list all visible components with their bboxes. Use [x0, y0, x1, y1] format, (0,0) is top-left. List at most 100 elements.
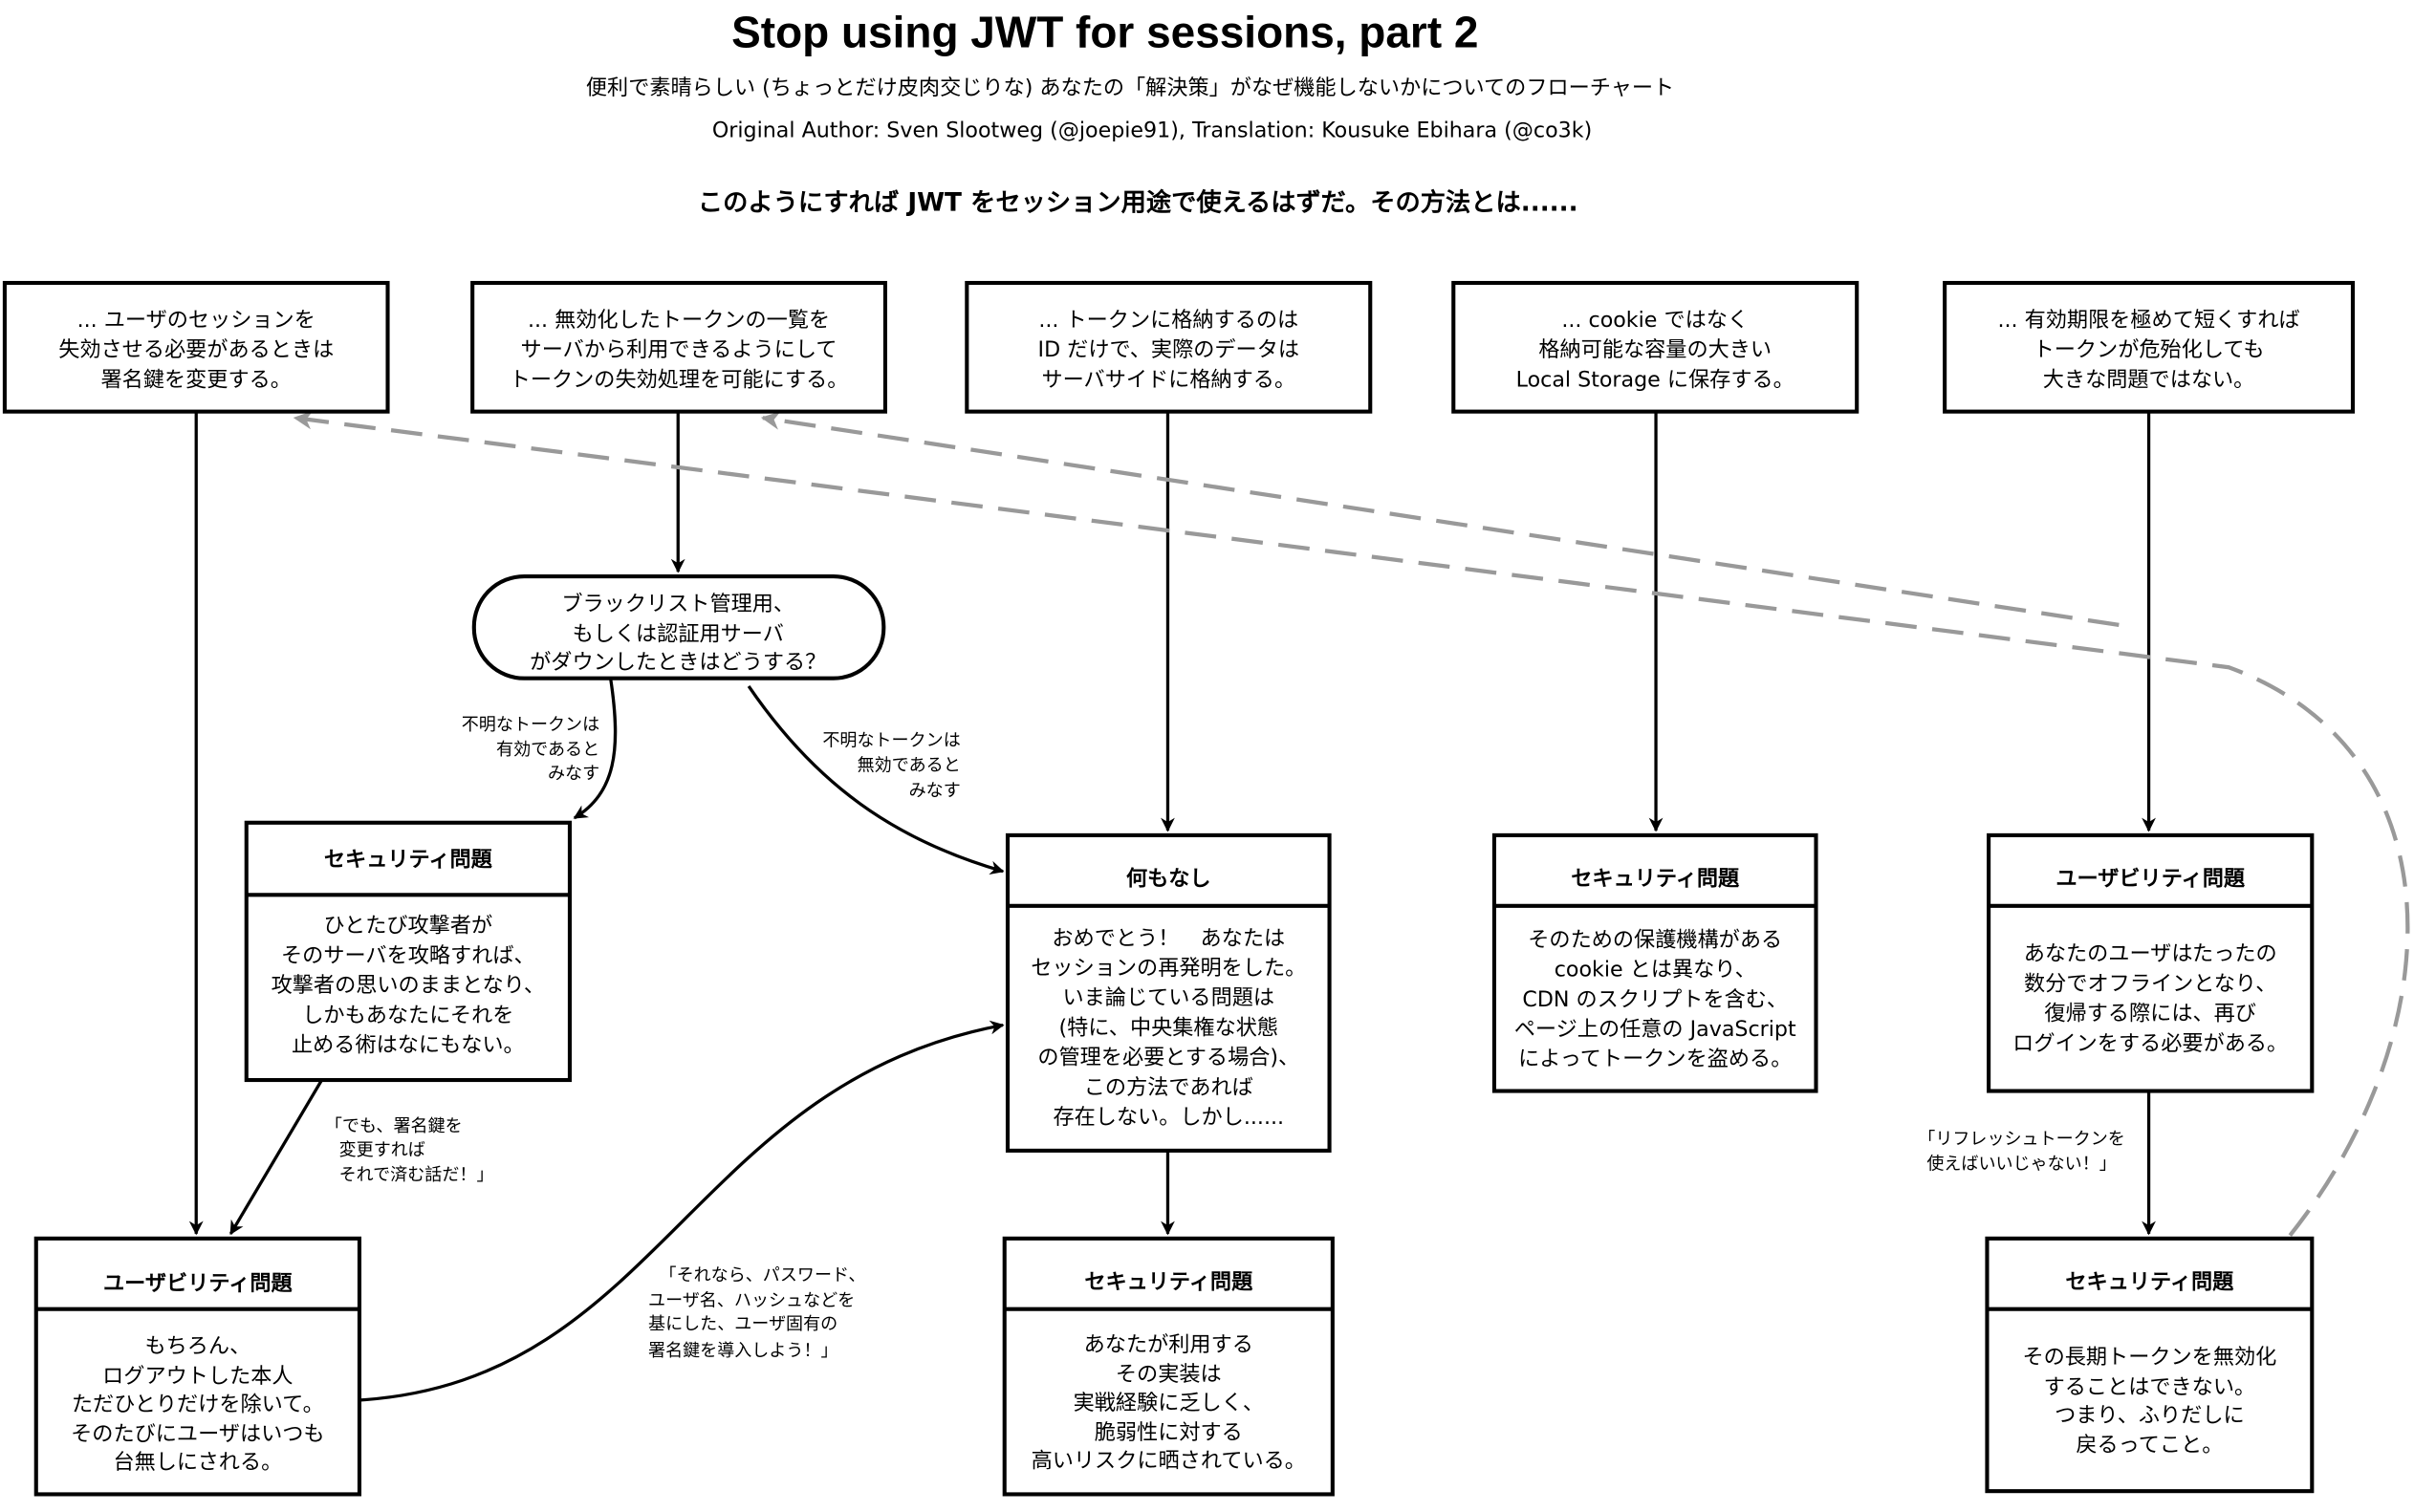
solution-box-short-expiry[interactable]: ... 有効期限を極めて短くすればトークンが危殆化しても大きな問題ではない。: [1943, 280, 2356, 414]
edge-label-text: 署名鍵を導入しよう！」: [648, 1341, 838, 1361]
edge-label-text: 「それなら、パスワード、: [660, 1265, 866, 1285]
problem-text: 戻るってこと。: [2076, 1433, 2223, 1458]
edge-label-change-key-quote: 「でも、署名鍵を変更すればそれで済む話だ！」: [325, 1116, 494, 1185]
problem-title: 何もなし: [1126, 866, 1211, 891]
solution-box-local-storage[interactable]: ... cookie ではなく格納可能な容量の大きい Local Storage …: [1451, 280, 1860, 414]
solution-box-blacklist[interactable]: ... 無効化したトークンの一覧をサーバから利用できるようにしてトークンの失効処…: [470, 280, 888, 414]
edge-label-text: みなす: [548, 764, 599, 784]
problem-text: あなたのユーザはたったの: [2024, 941, 2277, 966]
problem-title: セキュリティ問題: [324, 848, 493, 873]
problem-text: ログアウトした本人: [102, 1364, 293, 1389]
edge-label-text: 有効であると: [496, 740, 599, 760]
solution-box-change-key[interactable]: ... ユーザのセッションを失効させる必要があるときは署名鍵を変更する。: [2, 280, 390, 414]
flow-arrow: [228, 1079, 323, 1236]
problem-box-security-server[interactable]: セキュリティ問題ひとたび攻撃者がそのサーバを攻略すれば、攻撃者の思いのままとなり…: [244, 820, 573, 1083]
problem-text: つまり、ふりだしに: [2055, 1403, 2245, 1428]
problem-text: おめでとう！ あなたは: [1052, 926, 1285, 951]
problem-text: ページ上の任意の JavaScript: [1514, 1017, 1796, 1042]
problem-text: することはできない。: [2044, 1374, 2256, 1399]
problem-text: いま論じている問題は: [1063, 985, 1275, 1010]
problem-text: この方法であれば: [1084, 1075, 1253, 1100]
edge-label-per-user-key-quote: 「それなら、パスワード、ユーザ名、ハッシュなどを基にした、ユーザ固有の署名鍵を導…: [648, 1265, 865, 1361]
edge-label-text: 変更すれば: [339, 1140, 425, 1160]
problem-text: 数分でオフラインとなり、: [2024, 971, 2276, 996]
edge-label-text: 「でも、署名鍵を: [325, 1116, 463, 1136]
edge-label-text: ユーザ名、ハッシュなどを: [648, 1290, 855, 1310]
credits: Original Author: Sven Slootweg (@joepie9…: [712, 118, 1592, 142]
box-text: サーバサイドに格納する。: [1041, 367, 1295, 392]
problem-text: あなたが利用する: [1084, 1332, 1253, 1357]
decision-text: がダウンしたときはどうする？: [530, 650, 826, 675]
problem-text: そのたびにユーザはいつも: [71, 1422, 324, 1447]
edge-label-text: みなす: [909, 781, 961, 801]
edge-label-text: 無効であると: [858, 756, 961, 776]
box-text: ... 有効期限を極めて短くすれば: [1997, 308, 2299, 333]
problem-title: セキュリティ問題: [2065, 1269, 2234, 1294]
problem-text: の管理を必要とする場合)、: [1037, 1046, 1299, 1070]
edge-label-text: 「リフレッシュトークンを: [1918, 1129, 2125, 1149]
decision-text: ブラックリスト管理用、: [561, 592, 794, 616]
problem-title: ユーザビリティ問題: [2055, 866, 2245, 891]
problem-box-usability-logout[interactable]: ユーザビリティ問題もちろん、ログアウトした本人ただひとりだけを除いて。そのたびに…: [33, 1236, 362, 1497]
box-text: 失効させる必要があるときは: [58, 337, 334, 362]
loop-back-arrow: [760, 411, 2120, 628]
subtitle: 便利で素晴らしい (ちょっとだけ皮肉交じりな) あなたの「解決策」がなぜ機能しな…: [586, 76, 1674, 100]
problem-text: ただひとりだけを除いて。: [72, 1392, 324, 1416]
problem-text: (特に、中央集権な状態: [1059, 1015, 1279, 1040]
box-text: トークンの失効処理を可能にする。: [510, 367, 849, 392]
problem-text: 台無しにされる。: [113, 1450, 282, 1475]
box-text: 大きな問題ではない。: [2043, 367, 2255, 392]
problem-text: セッションの再発明をした。: [1031, 956, 1306, 981]
box-text: ID だけで、実際のデータは: [1038, 337, 1299, 362]
problem-text: 存在しない。しかし......: [1053, 1105, 1284, 1130]
problem-title: ユーザビリティ問題: [103, 1271, 293, 1296]
problem-text: 攻撃者の思いのままとなり、: [272, 973, 545, 998]
problem-text: CDN のスクリプトを含む、: [1522, 987, 1788, 1012]
box-text: 格納可能な容量の大きい: [1538, 337, 1772, 362]
edge-label-text: 不明なトークンは: [462, 715, 599, 735]
problem-text: その長期トークンを無効化: [2022, 1345, 2276, 1370]
problem-text: によってトークンを盗める。: [1518, 1047, 1792, 1071]
problem-text: 脆弱性に対する: [1095, 1420, 1243, 1445]
problem-text: そのサーバを攻略すれば、: [281, 943, 535, 968]
box-text: サーバから利用できるようにして: [521, 337, 837, 362]
edge-label-text: 基にした、ユーザ固有の: [648, 1314, 837, 1334]
problem-title: セキュリティ問題: [1571, 866, 1740, 891]
problem-box-security-refresh[interactable]: セキュリティ問題その長期トークンを無効化することはできない。つまり、ふりだしに戻…: [1985, 1236, 2315, 1494]
problem-text: cookie とは異なり、: [1555, 958, 1756, 983]
edge-label-assume-valid: 不明なトークンは有効であるとみなす: [462, 715, 599, 784]
box-text: ... トークンに格納するのは: [1038, 308, 1298, 333]
box-text: ... cookie ではなく: [1561, 308, 1749, 333]
problem-text: 復帰する際には、再び: [2044, 1002, 2256, 1026]
box-text: ... ユーザのセッションを: [77, 308, 315, 333]
box-text: ... 無効化したトークンの一覧を: [528, 308, 830, 333]
problem-text: もちろん、: [144, 1334, 250, 1359]
problem-box-security-impl[interactable]: セキュリティ問題あなたが利用するその実装は実戦経験に乏しく、脆弱性に対する高いリ…: [1002, 1236, 1335, 1497]
flowchart: Stop using JWT for sessions, part 2 便利で素…: [2, 8, 2410, 1497]
problem-box-security-xss[interactable]: セキュリティ問題そのための保護機構がある cookie とは異なり、 CDN のスク…: [1491, 832, 1818, 1093]
edge-label-text: 不明なトークンは: [822, 730, 960, 750]
problem-text: 実戦経験に乏しく、: [1074, 1391, 1264, 1415]
edge-label-refresh-token-quote: 「リフレッシュトークンを使えばいいじゃない！」: [1918, 1129, 2125, 1174]
decision-text: もしくは認証用サーバ: [573, 621, 784, 646]
problem-text: 高いリスクに晒されている。: [1032, 1449, 1306, 1474]
box-text: 署名鍵を変更する。: [101, 367, 292, 392]
problem-text: 止める術はなにもない。: [292, 1032, 525, 1057]
question: このようにすれば JWT をセッション用途で使えるはずだ。その方法とは.....…: [698, 187, 1578, 217]
page-title: Stop using JWT for sessions, part 2: [731, 8, 1478, 57]
problem-text: そのための保護機構がある: [1528, 927, 1782, 952]
problem-title: セキュリティ問題: [1084, 1269, 1253, 1294]
flow-arrow: [747, 685, 1005, 875]
box-text: Local Storage に保存する。: [1516, 367, 1794, 392]
problem-box-usability-offline[interactable]: ユーザビリティ問題あなたのユーザはたったの数分でオフラインとなり、復帰する際には…: [1987, 832, 2315, 1093]
problem-text: その実装は: [1116, 1362, 1222, 1387]
problem-text: ログインをする必要がある。: [2012, 1031, 2288, 1056]
problem-text: ひとたび攻撃者が: [324, 914, 493, 939]
problem-text: しかもあなたにそれを: [302, 1003, 513, 1027]
loop-back-arrow: [293, 410, 2410, 1237]
problem-box-nothing[interactable]: 何もなしおめでとう！ あなたはセッションの再発明をした。いま論じている問題は (特…: [1005, 832, 1332, 1153]
edge-label-text: 使えばいいじゃない！」: [1926, 1155, 2117, 1175]
box-text: トークンが危殆化しても: [2034, 337, 2265, 362]
solution-box-store-id[interactable]: ... トークンに格納するのは ID だけで、実際のデータはサーバサイドに格納する…: [965, 280, 1373, 414]
decision-node[interactable]: ブラックリスト管理用、もしくは認証用サーバがダウンしたときはどうする？: [471, 573, 886, 680]
